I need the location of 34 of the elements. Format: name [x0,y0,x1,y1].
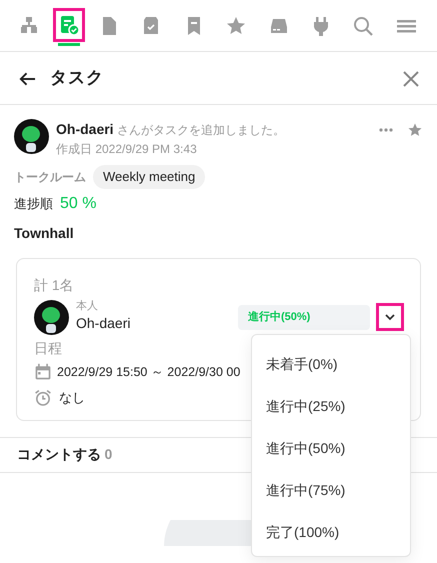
page-title: タスク [50,67,104,90]
schedule-label: 日程 [34,339,63,358]
schedule-range: 2022/9/29 15:50 ～ 2022/9/30 00 [57,364,240,380]
avatar-icon [34,300,69,334]
back-arrow-icon [18,70,36,88]
assignee-role: 本人 [76,300,99,313]
task-title: Townhall [14,224,75,243]
comment-count: 0 [104,445,112,464]
search-icon [352,14,374,36]
chevron-down-icon [385,314,395,320]
close-icon [403,70,419,87]
talk-room-label: トークルーム [14,168,86,186]
menu-option[interactable]: 未着手(0%) [252,343,410,385]
talk-room-tag: Weekly meeting [93,165,206,188]
menu-option[interactable]: 完了(100%) [252,511,410,553]
author-name: Oh-daeri [56,120,114,139]
calendar-icon [34,362,52,381]
reminder-value: なし [59,389,85,408]
assignee-name: Oh-daeri [76,314,132,333]
menu-option[interactable]: 進行中(50%) [252,427,410,469]
dropdown-toggle-button[interactable] [377,304,403,330]
star-icon [407,122,423,138]
star-icon [225,14,248,36]
comment-label: コメントする [17,445,101,464]
assignee-count: 計 1名 [34,276,75,295]
progress-label: 進捗順 [14,195,53,213]
task-check-icon [58,14,80,36]
avatar-icon [14,119,49,154]
menu-option[interactable]: 進行中(75%) [252,469,410,511]
post-action-text: さんがタスクを追加しました。 [117,122,286,139]
alarm-clock-icon [34,389,52,407]
menu-option[interactable]: 進行中(25%) [252,385,410,427]
created-date: 作成日 2022/9/29 PM 3:43 [56,141,198,158]
progress-value: 50 % [60,194,96,214]
